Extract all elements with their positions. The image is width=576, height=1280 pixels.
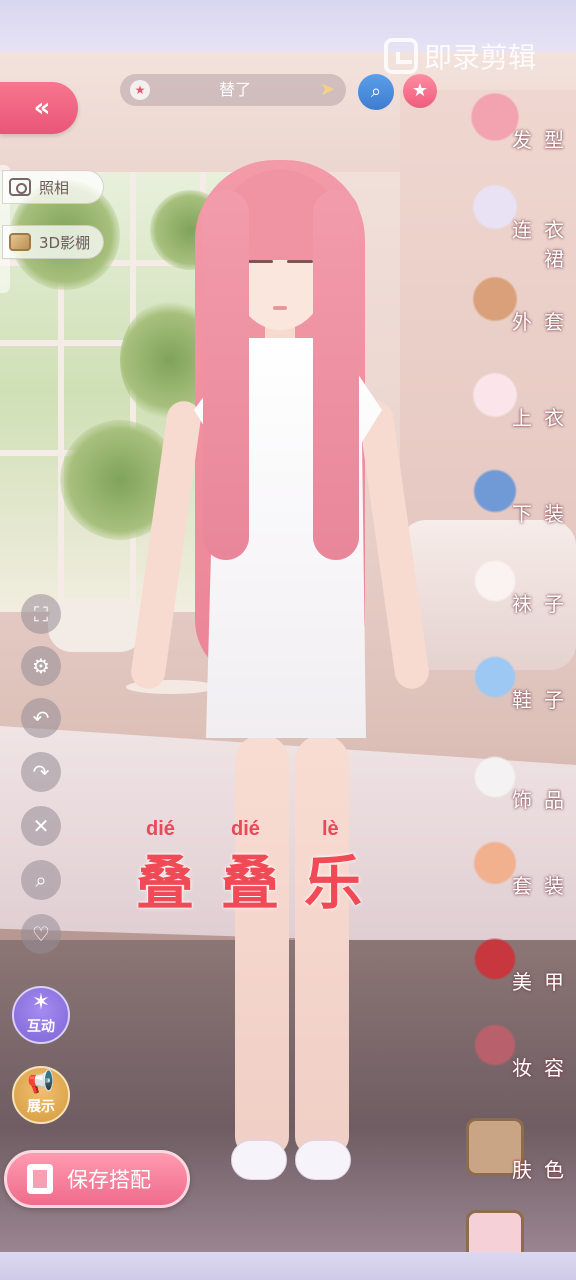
- zoom-button[interactable]: ⌕: [21, 860, 61, 900]
- redo-icon: ↷: [32, 760, 50, 784]
- category-top[interactable]: 上衣: [466, 366, 576, 446]
- camera-label: 照相: [39, 178, 70, 197]
- category-dress[interactable]: 连衣裙: [466, 178, 576, 271]
- camera-icon: [9, 178, 31, 196]
- outfit-card-icon: [27, 1164, 53, 1194]
- bottom-frame: [0, 1252, 576, 1280]
- star-badge-icon: ★: [130, 80, 150, 100]
- 3d-studio-label: 3D影棚: [39, 233, 91, 252]
- star-icon: ★: [411, 80, 429, 101]
- arrow-right-icon[interactable]: ➤: [320, 78, 340, 102]
- favorite-button[interactable]: ★: [403, 74, 437, 108]
- category-skin-tone[interactable]: 肤色: [466, 1118, 576, 1198]
- category-nails[interactable]: 美甲: [466, 930, 576, 1010]
- heart-icon: ♡: [32, 922, 50, 946]
- closed-eye: [247, 260, 273, 263]
- save-outfit-button[interactable]: 保存搭配: [4, 1150, 190, 1208]
- category-bottoms[interactable]: 下装: [466, 462, 576, 542]
- megaphone-icon: 📢: [27, 1070, 55, 1095]
- category-outfit-set[interactable]: 套装: [466, 834, 576, 914]
- double-chevron-left-icon: «: [33, 93, 51, 123]
- mouth: [273, 306, 287, 310]
- sparkle-star-icon: ✶: [31, 990, 51, 1015]
- category-more[interactable]: [466, 1210, 576, 1252]
- trash-icon: ✕: [32, 814, 50, 838]
- interact-label: 互动: [27, 1019, 55, 1035]
- right-arm: [356, 399, 432, 691]
- category-label: 下装: [512, 502, 576, 526]
- extra-category-icon: [466, 1210, 524, 1252]
- category-label: 鞋子: [512, 688, 576, 712]
- showcase-label: 展示: [27, 1099, 55, 1115]
- category-label: 套装: [512, 874, 576, 898]
- hair-strand: [313, 190, 359, 560]
- interact-button[interactable]: ✶ 互动: [12, 986, 70, 1044]
- category-accessories[interactable]: 饰品: [466, 748, 576, 828]
- category-label: 肤色: [512, 1158, 576, 1182]
- watermark-logo-icon: [384, 38, 418, 74]
- right-shoe: [295, 1140, 351, 1180]
- category-label: 妆容: [512, 1056, 576, 1080]
- save-outfit-label: 保存搭配: [67, 1168, 151, 1192]
- watermark: 即录剪辑: [384, 30, 536, 82]
- category-label: 上衣: [512, 406, 576, 430]
- box-icon: [9, 233, 31, 251]
- hair-strand: [203, 190, 249, 560]
- undo-icon: ↶: [32, 706, 50, 730]
- category-makeup[interactable]: 妆容: [466, 1016, 576, 1096]
- showcase-button[interactable]: 📢 展示: [12, 1066, 70, 1124]
- category-label: 发型: [512, 128, 576, 152]
- undo-button[interactable]: ↶: [21, 698, 61, 738]
- category-coat[interactable]: 外套: [466, 270, 576, 350]
- closed-eye: [287, 260, 313, 263]
- delete-button[interactable]: ✕: [21, 806, 61, 846]
- category-shoes[interactable]: 鞋子: [466, 648, 576, 728]
- category-hairstyle[interactable]: 发型: [466, 88, 576, 168]
- category-label: 连衣裙: [512, 218, 576, 271]
- gear-icon: ⚙: [32, 654, 50, 678]
- right-leg: [295, 735, 349, 1155]
- redo-button[interactable]: ↷: [21, 752, 61, 792]
- left-leg: [235, 735, 289, 1155]
- category-label: 美甲: [512, 970, 576, 994]
- ottoman: [48, 598, 144, 652]
- search-icon: ⌕: [35, 868, 47, 892]
- category-label: 袜子: [512, 592, 576, 616]
- outfit-title: 替了: [218, 80, 251, 99]
- like-button[interactable]: ♡: [21, 914, 61, 954]
- category-label: 外套: [512, 310, 576, 334]
- 3d-studio-button[interactable]: 3D影棚: [2, 225, 104, 259]
- caption-char-1: 叠: [136, 849, 195, 917]
- back-button[interactable]: «: [0, 82, 78, 134]
- expand-icon: ⛶: [34, 602, 48, 626]
- expand-button[interactable]: ⛶: [21, 594, 61, 634]
- left-arm: [128, 399, 204, 691]
- category-label: 饰品: [512, 788, 576, 812]
- character-avatar[interactable]: [128, 150, 432, 1200]
- settings-button[interactable]: ⚙: [21, 646, 61, 686]
- camera-button[interactable]: 照相: [2, 170, 104, 204]
- watermark-text: 即录剪辑: [424, 41, 537, 74]
- left-shoe: [231, 1140, 287, 1180]
- caption-char-2: 叠: [221, 849, 280, 917]
- search-button[interactable]: ⌕: [358, 74, 394, 110]
- magnifier-icon: ⌕: [370, 81, 382, 102]
- category-socks[interactable]: 袜子: [466, 552, 576, 632]
- caption-char-3: 乐: [304, 849, 363, 917]
